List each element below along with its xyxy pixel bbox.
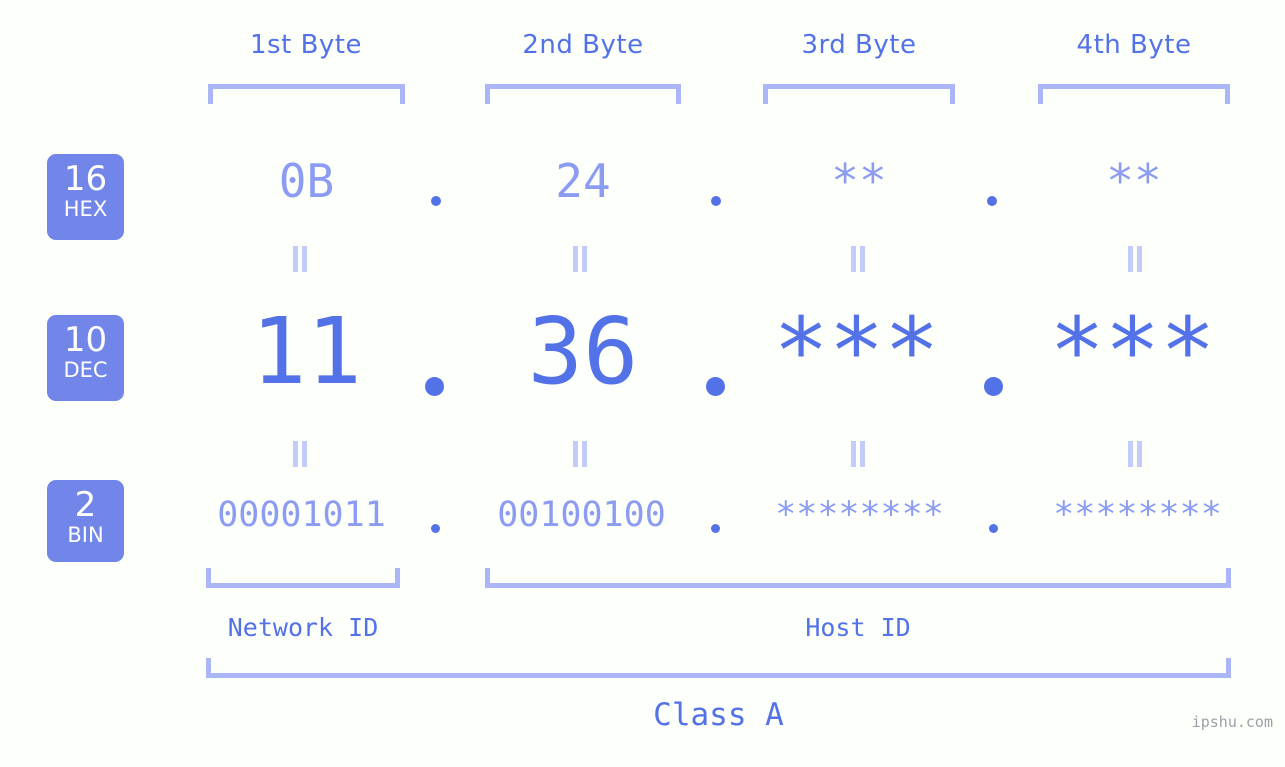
radix-badge-hex-number: 16 — [63, 159, 108, 199]
hex-byte-2-value: 24 — [555, 154, 611, 208]
radix-badge-bin-label: BIN — [67, 523, 104, 547]
equals-icon-dec-bin-1 — [293, 441, 309, 467]
hex-separator-2 — [711, 196, 721, 206]
bin-byte-4-value: ******** — [1053, 495, 1222, 535]
dec-byte-3-value: *** — [773, 298, 940, 405]
watermark: ipshu.com — [1191, 713, 1273, 731]
class-label: Class A — [653, 697, 784, 733]
host-id-bracket — [485, 568, 1231, 588]
hex-byte-3-value: ** — [831, 154, 887, 208]
radix-badge-dec-label: DEC — [63, 358, 108, 382]
ip-byte-breakdown-diagram: 1st Byte 2nd Byte 3rd Byte 4th Byte 16 H… — [0, 0, 1285, 767]
network-id-label: Network ID — [227, 613, 379, 642]
bin-separator-1 — [431, 524, 440, 533]
byte-header-3-label: 3rd Byte — [801, 30, 917, 60]
equals-icon-hex-dec-1 — [293, 246, 309, 272]
bin-byte-2-value: 00100100 — [497, 495, 666, 535]
dec-byte-4-value: *** — [1049, 298, 1216, 405]
byte-header-2-label: 2nd Byte — [522, 30, 644, 60]
hex-separator-1 — [431, 196, 441, 206]
dec-byte-1-value: 11 — [251, 298, 362, 405]
equals-icon-dec-bin-2 — [573, 441, 589, 467]
host-id-label: Host ID — [805, 613, 911, 642]
radix-badge-bin[interactable]: 2 BIN — [47, 480, 124, 562]
bin-separator-2 — [711, 524, 720, 533]
class-bracket — [206, 658, 1231, 678]
radix-badge-dec-number: 10 — [63, 320, 108, 360]
byte-header-4: 4th Byte — [1038, 30, 1230, 60]
dec-separator-3 — [984, 377, 1003, 396]
radix-badge-dec[interactable]: 10 DEC — [47, 315, 124, 401]
bin-byte-1-value: 00001011 — [217, 495, 386, 535]
byte-header-1-label: 1st Byte — [250, 30, 362, 60]
equals-icon-dec-bin-3 — [851, 441, 867, 467]
byte-bracket-3 — [763, 84, 955, 104]
equals-icon-hex-dec-2 — [573, 246, 589, 272]
equals-icon-hex-dec-3 — [851, 246, 867, 272]
dec-separator-1 — [425, 377, 444, 396]
byte-header-4-label: 4th Byte — [1076, 30, 1192, 60]
hex-byte-4-value: ** — [1106, 154, 1162, 208]
equals-icon-dec-bin-4 — [1128, 441, 1144, 467]
hex-byte-1-value: 0B — [278, 154, 335, 208]
byte-header-2: 2nd Byte — [485, 30, 681, 60]
dec-separator-2 — [706, 377, 725, 396]
radix-badge-hex-label: HEX — [63, 197, 108, 221]
byte-header-3: 3rd Byte — [763, 30, 955, 60]
dec-byte-2-value: 36 — [527, 298, 639, 405]
network-id-bracket — [206, 568, 400, 588]
byte-bracket-4 — [1038, 84, 1230, 104]
equals-icon-hex-dec-4 — [1128, 246, 1144, 272]
radix-badge-hex[interactable]: 16 HEX — [47, 154, 124, 240]
byte-header-1: 1st Byte — [208, 30, 404, 60]
bin-byte-3-value: ******** — [775, 495, 944, 535]
byte-bracket-2 — [485, 84, 681, 104]
bin-separator-3 — [989, 524, 998, 533]
byte-bracket-1 — [208, 84, 405, 104]
radix-badge-bin-number: 2 — [74, 485, 97, 525]
hex-separator-3 — [987, 196, 997, 206]
